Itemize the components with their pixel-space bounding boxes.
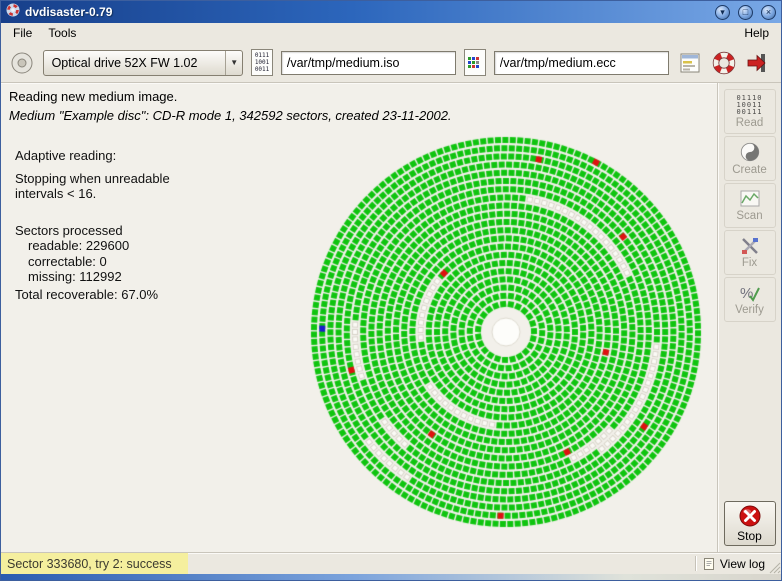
app-window: dvdisaster-0.79 ▾ □ × File Tools Help Op… (0, 0, 782, 581)
action-sidebar: 01110 10011 00111 Read Create (717, 83, 781, 552)
close-button[interactable]: × (761, 5, 776, 20)
ecc-path-input[interactable] (494, 51, 669, 75)
stopping-condition-line1: Stopping when unreadable (15, 171, 170, 187)
read-button[interactable]: 01110 10011 00111 Read (724, 89, 776, 134)
create-button[interactable]: Create (724, 136, 776, 181)
fix-button[interactable]: Fix (724, 230, 776, 275)
menu-help[interactable]: Help (736, 24, 777, 42)
log-page-icon (703, 557, 716, 571)
yin-yang-icon (739, 141, 761, 163)
status-header: Reading new medium image. Medium "Exampl… (9, 89, 452, 123)
adaptive-reading-spiral (310, 136, 702, 528)
title-bar[interactable]: dvdisaster-0.79 ▾ □ × (1, 1, 781, 23)
menu-bar: File Tools Help (1, 23, 781, 43)
help-lifesaver-icon[interactable] (711, 50, 737, 76)
create-button-label: Create (732, 164, 767, 176)
toolbar: Optical drive 52X FW 1.02 ▼ 0111 1001 00… (1, 43, 781, 83)
minimize-button[interactable]: ▾ (715, 5, 730, 20)
iso-file-icon: 0111 1001 0011 (251, 49, 273, 76)
drive-selector-value: Optical drive 52X FW 1.02 (44, 56, 226, 70)
drive-icon (9, 50, 35, 76)
quit-icon[interactable] (745, 50, 771, 76)
menu-file[interactable]: File (5, 24, 40, 42)
medium-description: Medium "Example disc": CD-R mode 1, 3425… (9, 108, 452, 123)
separator (695, 556, 697, 571)
verify-button-label: Verify (735, 304, 764, 316)
iso-icon-binary-line: 0111 (255, 53, 269, 59)
iso-icon-binary-line: 1001 (255, 60, 269, 66)
missing-count: missing: 112992 (15, 269, 170, 285)
fix-tools-icon (739, 236, 761, 256)
maximize-button[interactable]: □ (738, 5, 753, 20)
stop-button[interactable]: Stop (724, 501, 776, 546)
action-title: Reading new medium image. (9, 89, 452, 104)
correctable-count: correctable: 0 (15, 254, 170, 270)
verify-button[interactable]: % Verify (724, 277, 776, 322)
preferences-icon[interactable] (677, 50, 703, 76)
scan-button-label: Scan (736, 210, 762, 222)
readable-count: readable: 229600 (15, 238, 170, 254)
stop-button-label: Stop (737, 529, 762, 543)
iso-path-input[interactable] (281, 51, 456, 75)
menu-tools[interactable]: Tools (40, 24, 84, 42)
toolbar-right-group (677, 50, 773, 76)
scan-button[interactable]: Scan (724, 183, 776, 228)
app-icon (6, 3, 20, 22)
reading-info-panel: Adaptive reading: Stopping when unreadab… (15, 148, 170, 302)
iso-icon-binary-line: 0011 (255, 67, 269, 73)
window-title: dvdisaster-0.79 (25, 5, 112, 19)
read-binary-icon: 01110 10011 00111 (736, 95, 762, 116)
verify-percent-icon: % (739, 283, 761, 303)
total-recoverable: Total recoverable: 67.0% (15, 287, 170, 303)
read-button-label: Read (736, 117, 764, 129)
resize-grip[interactable] (767, 560, 781, 574)
status-bar: Sector 333680, try 2: success View log (1, 552, 781, 574)
scan-chart-icon (739, 189, 761, 209)
chevron-down-icon[interactable]: ▼ (225, 51, 242, 75)
main-content: Reading new medium image. Medium "Exampl… (1, 83, 718, 552)
stopping-condition-line2: intervals < 16. (15, 186, 170, 202)
drive-selector-dropdown[interactable]: Optical drive 52X FW 1.02 ▼ (43, 50, 244, 76)
status-message: Sector 333680, try 2: success (1, 553, 188, 574)
window-bottom-frame (1, 574, 781, 580)
fix-button-label: Fix (742, 257, 757, 269)
ecc-file-icon (464, 49, 486, 76)
sectors-processed-label: Sectors processed (15, 223, 170, 239)
stop-icon (738, 504, 762, 528)
view-log-label: View log (720, 557, 765, 571)
adaptive-reading-label: Adaptive reading: (15, 148, 170, 164)
